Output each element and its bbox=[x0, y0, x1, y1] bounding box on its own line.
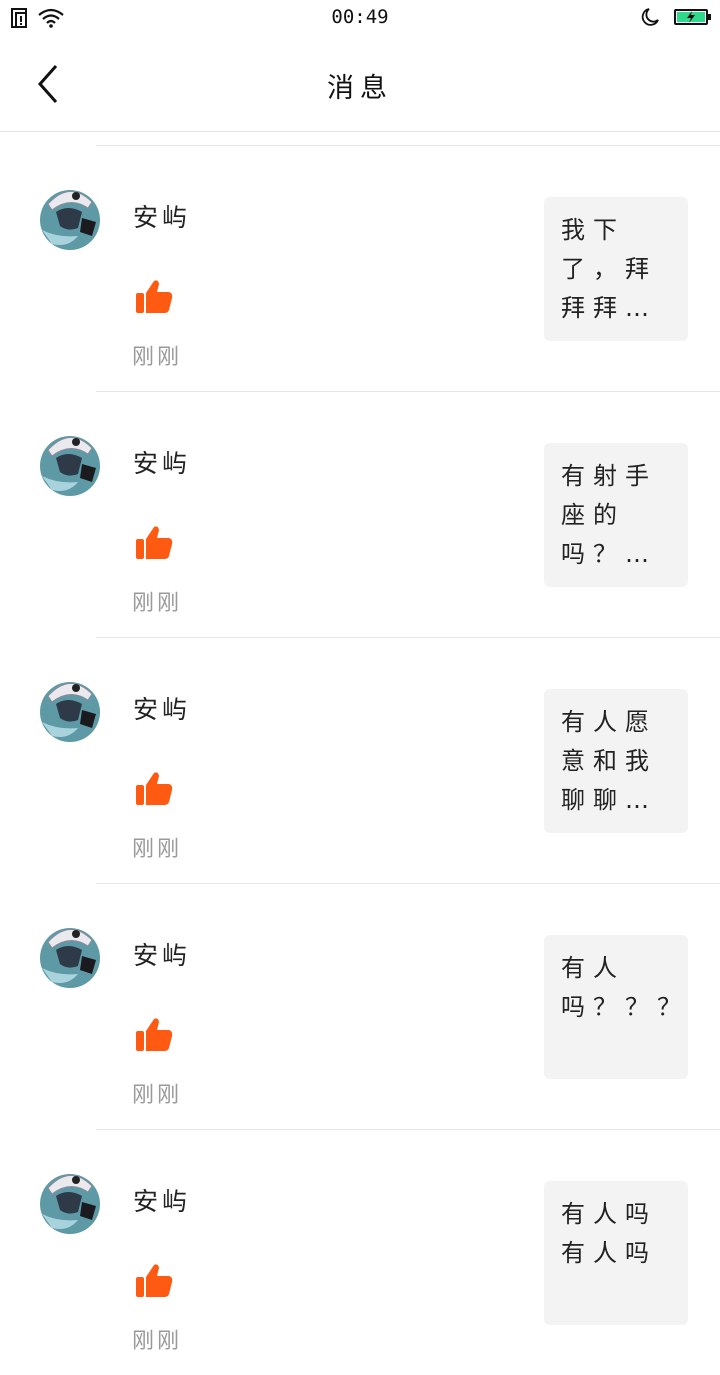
thumbs-up-icon bbox=[136, 1018, 173, 1051]
username: 安屿 bbox=[133, 203, 192, 232]
app-header: 消息 bbox=[0, 36, 720, 132]
status-bar: 00:49 bbox=[0, 0, 720, 36]
message-time: 刚刚 bbox=[132, 1083, 183, 1108]
message-preview[interactable]: 有人吗有人吗 bbox=[544, 1181, 688, 1325]
username: 安屿 bbox=[133, 449, 192, 478]
message-list[interactable]: 安屿 刚刚 我下了，拜拜拜… 安屿 刚刚 有射手座的吗？… 安屿 刚刚 有人愿意… bbox=[0, 145, 720, 1375]
message-preview[interactable]: 我下了，拜拜拜… bbox=[544, 197, 688, 341]
message-preview[interactable]: 有射手座的吗？… bbox=[544, 443, 688, 587]
charging-icon bbox=[687, 11, 695, 23]
message-preview[interactable]: 有人吗？？？？… bbox=[544, 935, 688, 1079]
thumbs-up-icon bbox=[136, 526, 173, 559]
page-title: 消息 bbox=[327, 73, 393, 104]
thumbs-up-icon bbox=[136, 772, 173, 805]
message-time: 刚刚 bbox=[132, 1329, 183, 1354]
avatar[interactable] bbox=[38, 182, 102, 252]
username: 安屿 bbox=[133, 941, 192, 970]
status-icons-right bbox=[640, 7, 711, 27]
message-time: 刚刚 bbox=[132, 345, 183, 370]
avatar[interactable] bbox=[38, 674, 102, 744]
moon-icon bbox=[641, 8, 659, 26]
message-time: 刚刚 bbox=[132, 591, 183, 616]
username: 安屿 bbox=[133, 695, 192, 724]
message-item[interactable]: 安屿 刚刚 有人愿意和我聊聊… bbox=[0, 638, 720, 883]
battery-icon bbox=[674, 9, 711, 25]
status-time: 00:49 bbox=[331, 6, 389, 28]
message-item[interactable]: 安屿 刚刚 有人吗？？？？… bbox=[0, 884, 720, 1129]
message-item[interactable]: 安屿 刚刚 有射手座的吗？… bbox=[0, 392, 720, 637]
username: 安屿 bbox=[133, 1187, 192, 1216]
avatar[interactable] bbox=[38, 428, 102, 498]
message-item[interactable]: 安屿 刚刚 我下了，拜拜拜… bbox=[0, 146, 720, 391]
message-time: 刚刚 bbox=[132, 837, 183, 862]
message-preview[interactable]: 有人愿意和我聊聊… bbox=[544, 689, 688, 833]
avatar[interactable] bbox=[38, 920, 102, 990]
avatar[interactable] bbox=[38, 1166, 102, 1236]
message-item[interactable]: 安屿 刚刚 有人吗有人吗 bbox=[0, 1130, 720, 1375]
thumbs-up-icon bbox=[136, 280, 173, 313]
thumbs-up-icon bbox=[136, 1264, 173, 1297]
